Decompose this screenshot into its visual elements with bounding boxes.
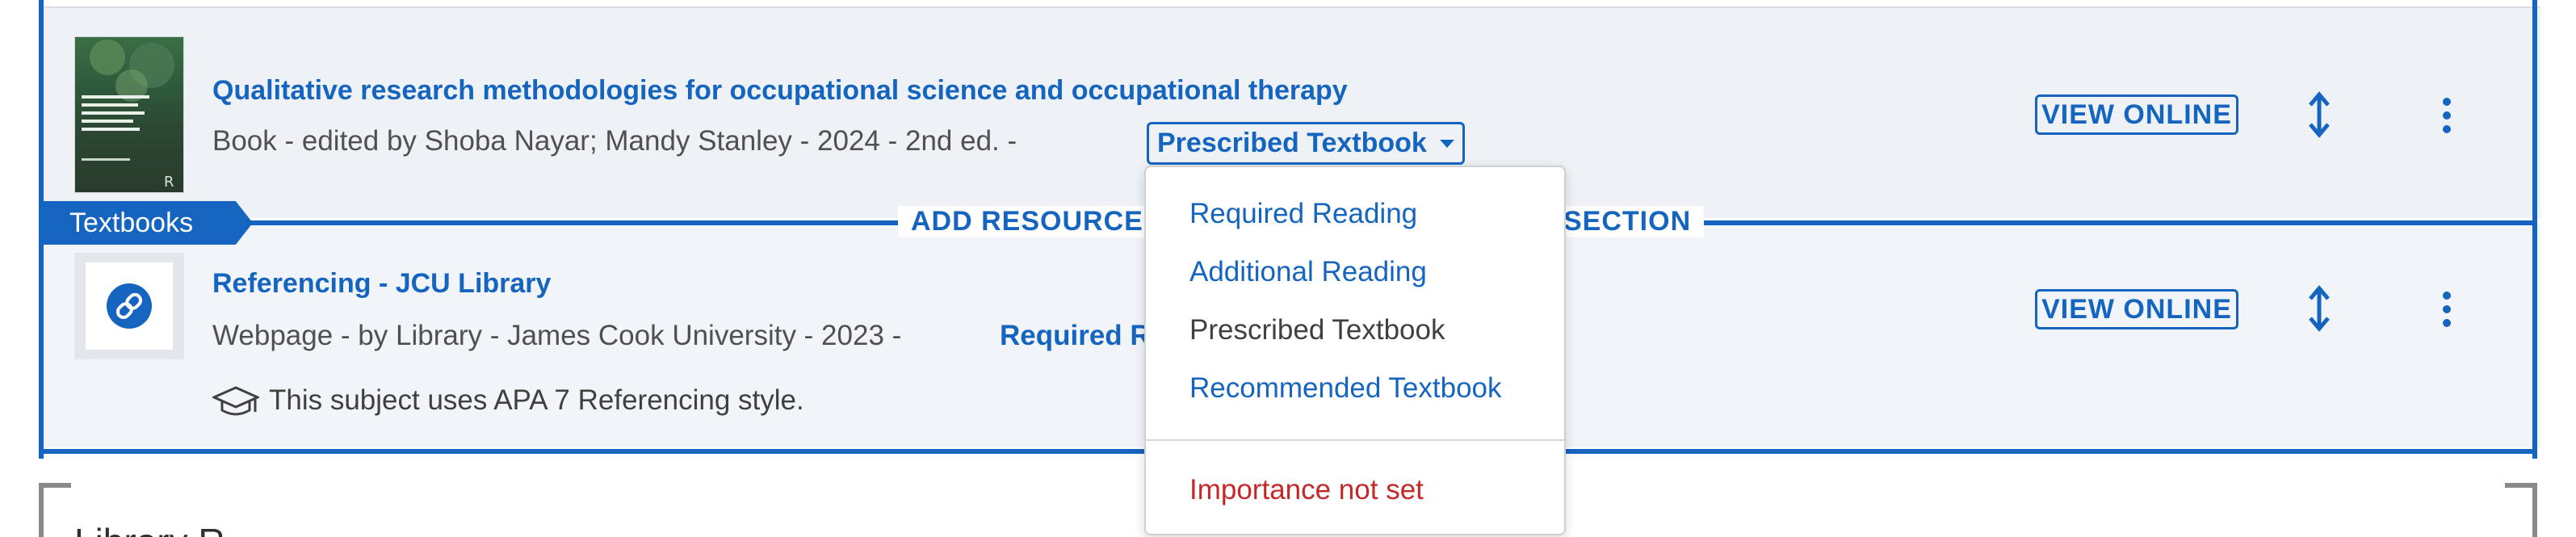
next-section-title: Library R [74, 520, 225, 537]
section-tag: Textbooks [39, 201, 253, 245]
referencing-note: This subject uses APA 7 Referencing styl… [212, 384, 804, 417]
section-frame-right [2532, 0, 2537, 459]
book-cover-thumbnail: R [74, 36, 184, 193]
menu-item-additional-reading[interactable]: Additional Reading [1189, 256, 1427, 288]
resource-title-link[interactable]: Referencing - JCU Library [212, 268, 551, 300]
resource-meta: Book - edited by Shoba Nayar; Mandy Stan… [212, 125, 1017, 157]
note-text: This subject uses APA 7 Referencing styl… [269, 384, 804, 416]
menu-item-required-reading[interactable]: Required Reading [1189, 198, 1417, 230]
importance-label: Prescribed Textbook [1157, 128, 1427, 158]
view-online-button[interactable]: VIEW ONLINE [2035, 289, 2238, 329]
menu-item-prescribed-textbook[interactable]: Prescribed Textbook [1189, 314, 1445, 346]
arrows-vertical-icon [2309, 91, 2330, 138]
next-section-bracket-right [2505, 483, 2537, 537]
reorder-button[interactable] [2301, 283, 2337, 334]
arrows-vertical-icon [2309, 285, 2330, 332]
book-cover-icon: R [82, 40, 174, 191]
menu-item-importance-not-set[interactable]: Importance not set [1189, 474, 1424, 506]
graduation-cap-icon [212, 386, 259, 416]
view-online-button[interactable]: VIEW ONLINE [2035, 94, 2238, 135]
caret-down-icon [1439, 139, 1454, 148]
link-thumbnail [74, 253, 184, 359]
menu-item-recommended-textbook[interactable]: Recommended Textbook [1189, 372, 1502, 405]
importance-dropdown-toggle[interactable]: Required R [1000, 320, 1151, 352]
more-options-button[interactable] [2431, 93, 2463, 138]
add-resource-button[interactable]: ADD RESOURCE [898, 206, 1156, 237]
resource-meta: Webpage - by Library - James Cook Univer… [212, 320, 902, 351]
more-vertical-icon [2443, 292, 2451, 327]
importance-dropdown-menu: Required Reading Additional Reading Pres… [1144, 166, 1566, 535]
reorder-button[interactable] [2301, 89, 2337, 141]
link-icon [107, 283, 152, 329]
menu-divider [1146, 439, 1564, 441]
more-vertical-icon [2443, 98, 2451, 133]
svg-text:R: R [164, 174, 174, 191]
resource-title-link[interactable]: Qualitative research methodologies for o… [212, 75, 1348, 107]
add-section-button[interactable]: SECTION [1550, 206, 1705, 237]
more-options-button[interactable] [2431, 287, 2463, 332]
next-section-bracket-left [39, 483, 71, 537]
importance-dropdown-toggle[interactable]: Prescribed Textbook [1147, 122, 1465, 165]
